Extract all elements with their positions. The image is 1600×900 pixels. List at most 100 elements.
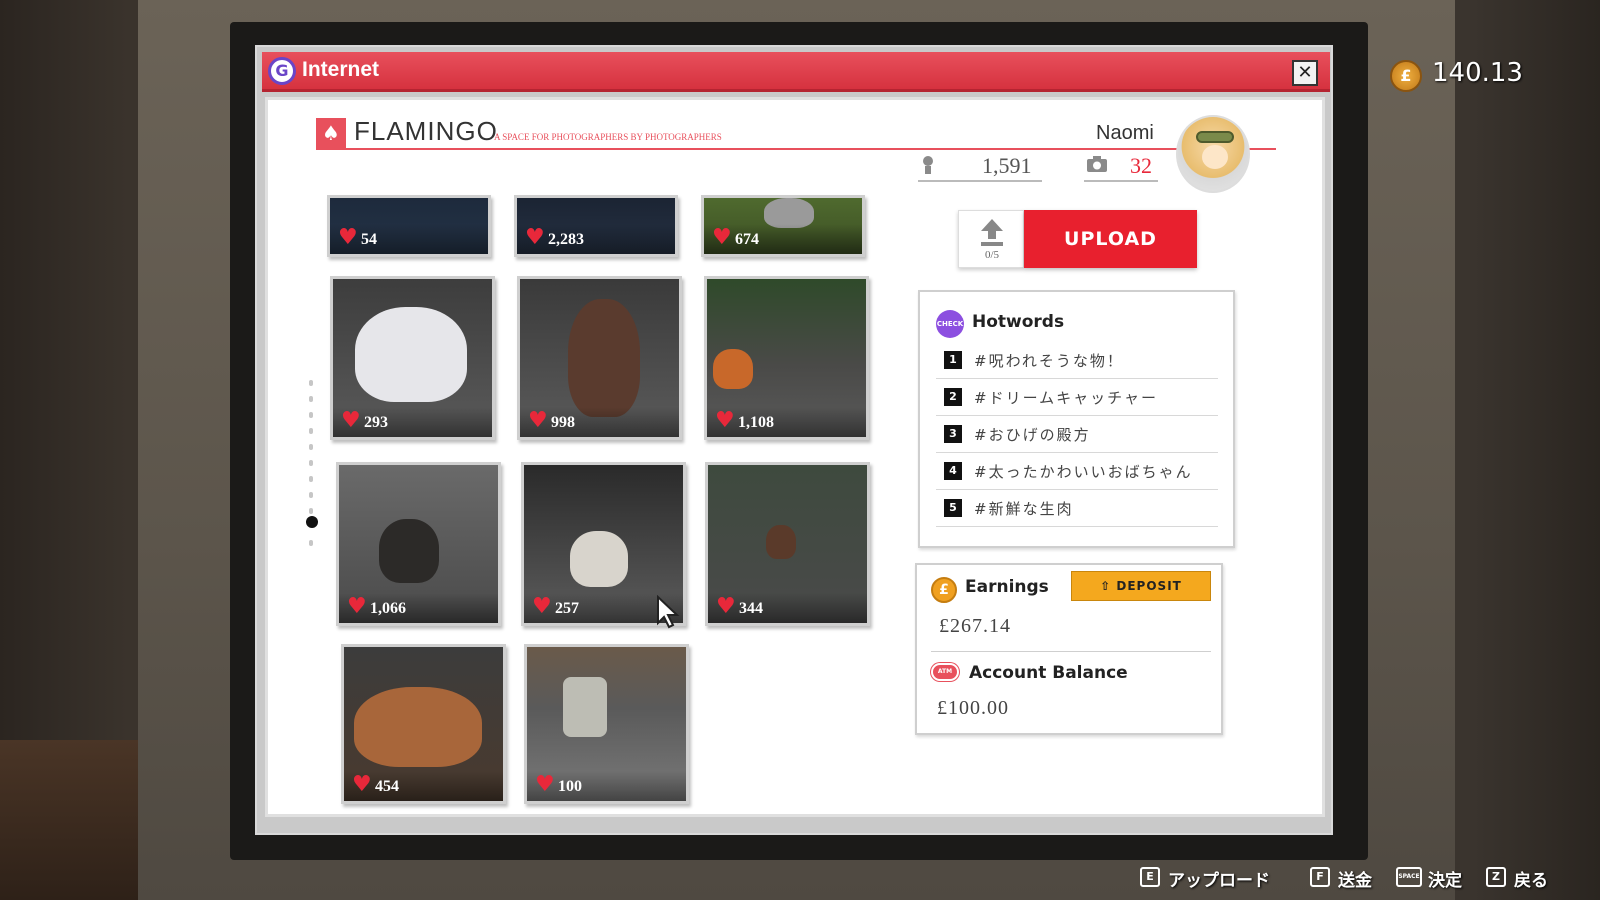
photo-card[interactable]: ♥ 674 bbox=[701, 195, 865, 257]
photo-card[interactable]: ♥ 293 bbox=[330, 276, 495, 440]
mouse-cursor-icon bbox=[656, 594, 680, 629]
likes-bar: ♥ 54 bbox=[330, 224, 488, 254]
heart-icon: ♥ bbox=[352, 772, 372, 797]
likes-bar: ♥ 293 bbox=[333, 407, 492, 437]
hotword-tag: #おひげの殿方 bbox=[974, 426, 1091, 444]
profile-username: Naomi bbox=[1096, 122, 1154, 144]
hotword-rank: 5 bbox=[944, 499, 962, 517]
window-title: Internet bbox=[302, 58, 380, 81]
avatar[interactable] bbox=[1176, 115, 1250, 193]
scroll-dot bbox=[309, 380, 313, 386]
control-label: 戻る bbox=[1514, 871, 1548, 891]
gallery-scroll-indicator[interactable] bbox=[306, 380, 318, 550]
photo-card[interactable]: ♥ 54 bbox=[327, 195, 491, 257]
avatar-face bbox=[1202, 145, 1228, 169]
control-label: アップロード bbox=[1168, 871, 1270, 891]
hotwords-check-icon: CHECK bbox=[936, 310, 964, 338]
avatar-goggles bbox=[1196, 131, 1234, 143]
key-e-icon: E bbox=[1140, 867, 1160, 887]
controls-hint-bar: E アップロード F 送金 SPACE 決定 Z 戻る bbox=[1140, 866, 1590, 892]
heart-icon: ♥ bbox=[347, 594, 367, 619]
followers-underline bbox=[918, 180, 1042, 182]
hotword-rank: 1 bbox=[944, 351, 962, 369]
hotword-tag: #新鮮な生肉 bbox=[974, 500, 1074, 518]
likes-bar: ♥ 100 bbox=[527, 771, 686, 801]
likes-count: 454 bbox=[375, 778, 399, 795]
deposit-button[interactable]: ⇧ DEPOSIT bbox=[1071, 571, 1211, 601]
photo-subject bbox=[568, 299, 640, 417]
control-label: 送金 bbox=[1338, 871, 1372, 891]
hotwords-title: Hotwords bbox=[972, 312, 1065, 332]
photo-card[interactable]: ♥ 998 bbox=[517, 276, 682, 440]
hotword-item[interactable]: 5 #新鮮な生肉 bbox=[936, 490, 1218, 527]
likes-count: 1,108 bbox=[738, 414, 774, 431]
heart-icon: ♥ bbox=[535, 772, 555, 797]
likes-count: 674 bbox=[735, 231, 759, 248]
heart-icon: ♥ bbox=[338, 225, 358, 250]
likes-count: 344 bbox=[739, 600, 763, 617]
likes-bar: ♥ 674 bbox=[704, 224, 862, 254]
account-balance-title: Account Balance bbox=[969, 663, 1128, 683]
hotword-item[interactable]: 4 #太ったかわいいおばちゃん bbox=[936, 453, 1218, 490]
key-z-icon: Z bbox=[1486, 867, 1506, 887]
heart-icon: ♥ bbox=[715, 408, 735, 433]
photo-card[interactable]: ♥ 344 bbox=[705, 462, 870, 626]
photo-gallery: ♥ 54 ♥ 2,283 ♥ 674 ♥ 293 ♥ 998 ♥ 1,108 ♥… bbox=[268, 100, 908, 814]
photo-subject bbox=[766, 525, 796, 559]
flamingo-page: ♠ FLAMINGO A SPACE FOR PHOTOGRAPHERS BY … bbox=[265, 97, 1325, 817]
hotword-rank: 3 bbox=[944, 425, 962, 443]
panel-divider bbox=[931, 651, 1211, 652]
scroll-dot bbox=[309, 428, 313, 434]
wallet-display: £ 140.13 bbox=[1390, 58, 1550, 94]
photo-card[interactable]: ♥ 1,108 bbox=[704, 276, 869, 440]
scroll-dot bbox=[309, 508, 313, 514]
photo-subject bbox=[713, 349, 753, 389]
scroll-dot bbox=[309, 412, 313, 418]
likes-count: 54 bbox=[361, 231, 377, 248]
heart-icon: ♥ bbox=[525, 225, 545, 250]
upload-count: 0/5 bbox=[984, 249, 1000, 261]
deposit-label: DEPOSIT bbox=[1116, 579, 1182, 593]
scroll-thumb[interactable] bbox=[306, 516, 318, 528]
hotword-item[interactable]: 2 #ドリームキャッチャー bbox=[936, 379, 1218, 416]
camera-icon bbox=[1086, 155, 1108, 178]
photo-card[interactable]: ♥ 100 bbox=[524, 644, 689, 804]
hotword-rank: 2 bbox=[944, 388, 962, 406]
earnings-title: Earnings bbox=[965, 577, 1049, 597]
heart-icon: ♥ bbox=[528, 408, 548, 433]
photos-count: 32 bbox=[1130, 153, 1152, 178]
photo-subject bbox=[570, 531, 628, 587]
heart-icon: ♥ bbox=[341, 408, 361, 433]
likes-count: 293 bbox=[364, 414, 388, 431]
photos-underline bbox=[1084, 180, 1158, 182]
photo-card[interactable]: ♥ 1,066 bbox=[336, 462, 501, 626]
scroll-dot bbox=[309, 396, 313, 402]
photo-subject bbox=[355, 307, 467, 402]
photo-card[interactable]: ♥ 454 bbox=[341, 644, 506, 804]
hotword-item[interactable]: 1 #呪われそうな物！ bbox=[936, 342, 1218, 379]
person-icon bbox=[920, 155, 936, 180]
browser-logo-icon: G bbox=[268, 57, 296, 85]
hotword-item[interactable]: 3 #おひげの殿方 bbox=[936, 416, 1218, 453]
control-label: 決定 bbox=[1428, 871, 1462, 891]
hotword-tag: #太ったかわいいおばちゃん bbox=[974, 463, 1193, 481]
close-button[interactable]: ✕ bbox=[1292, 60, 1318, 86]
account-balance-amount: £100.00 bbox=[937, 697, 1009, 719]
key-f-icon: F bbox=[1310, 867, 1330, 887]
photo-subject bbox=[354, 687, 482, 767]
earnings-panel: £ Earnings ⇧ DEPOSIT £267.14 ATM Account… bbox=[915, 563, 1223, 735]
upload-queue[interactable]: 0/5 bbox=[958, 210, 1024, 268]
scroll-dot bbox=[309, 476, 313, 482]
photo-subject bbox=[379, 519, 439, 583]
likes-bar: ♥ 2,283 bbox=[517, 224, 675, 254]
photo-card[interactable]: ♥ 2,283 bbox=[514, 195, 678, 257]
upload-button[interactable]: UPLOAD bbox=[1024, 210, 1197, 268]
pound-coin-icon: £ bbox=[1390, 60, 1422, 92]
scroll-dot bbox=[309, 460, 313, 466]
window-titlebar: G Internet ✕ bbox=[262, 52, 1330, 92]
heart-icon: ♥ bbox=[532, 594, 552, 619]
scroll-dot bbox=[309, 492, 313, 498]
earnings-amount: £267.14 bbox=[939, 615, 1011, 637]
atm-icon: ATM bbox=[931, 663, 959, 681]
followers-count: 1,591 bbox=[982, 153, 1032, 178]
